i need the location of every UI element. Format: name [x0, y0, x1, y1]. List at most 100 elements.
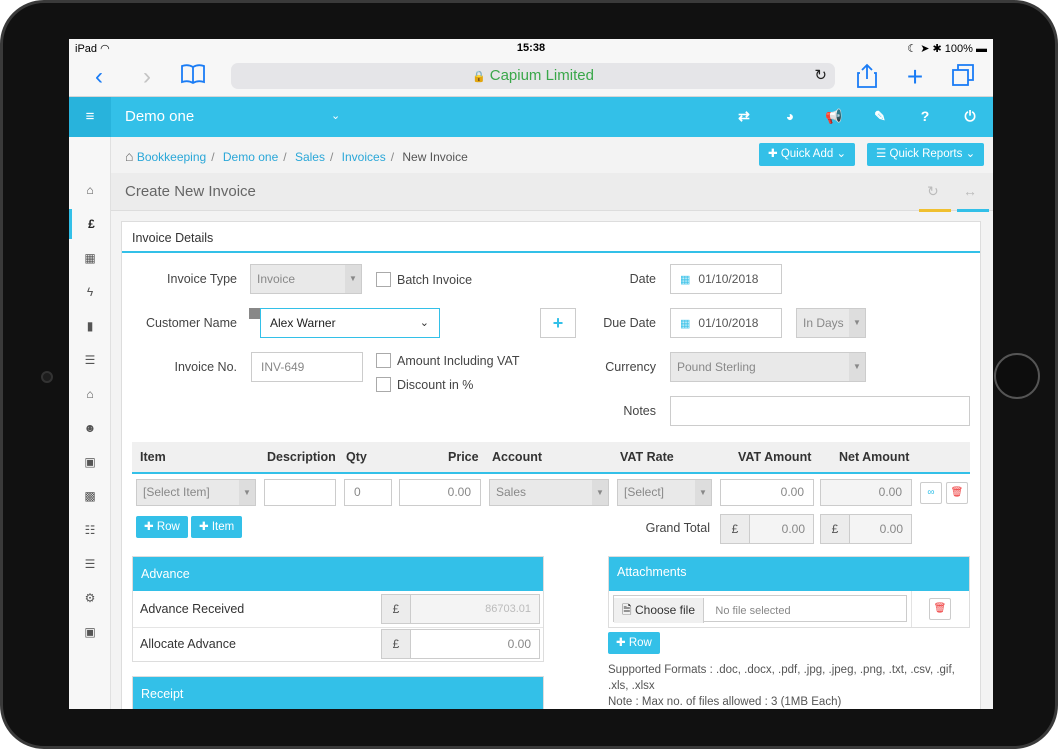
chevron-down-icon: ▼ — [592, 480, 608, 505]
customer-name-select[interactable]: Alex Warner ⌄ — [260, 308, 440, 338]
transfer-icon[interactable]: ⇄ — [733, 108, 755, 125]
add-attachment-row-button[interactable]: ✚ Row — [608, 632, 660, 654]
price-input[interactable]: 0.00 — [399, 479, 481, 506]
megaphone-icon[interactable]: 📢 — [823, 108, 845, 125]
new-tab-icon[interactable]: + — [901, 63, 929, 91]
currency-symbol: £ — [381, 629, 411, 659]
refresh-icon[interactable]: ↻ — [927, 183, 939, 200]
due-in-select[interactable]: In Days ▼ — [796, 308, 866, 338]
allocate-advance-input[interactable]: 0.00 — [410, 629, 540, 659]
vat-rate-select[interactable]: [Select] ▼ — [617, 479, 712, 506]
home-button[interactable] — [994, 353, 1040, 399]
breadcrumb-current: New Invoice — [402, 150, 468, 164]
calculator-icon[interactable]: ▩ — [69, 481, 111, 511]
notes-label: Notes — [623, 404, 656, 418]
breadcrumb-sales[interactable]: Sales — [295, 150, 325, 164]
trash-icon[interactable]: 🗑 — [946, 482, 968, 504]
bluetooth-icon: ✱ — [932, 43, 942, 55]
chart-pie-icon[interactable]: ◕ — [779, 108, 801, 124]
item-select[interactable]: [Select Item] ▼ — [136, 479, 256, 506]
share-icon[interactable] — [853, 63, 881, 91]
amount-incl-vat-label: Amount Including VAT — [397, 354, 520, 368]
invoice-no-input[interactable]: INV-649 — [251, 352, 363, 382]
breadcrumb-invoices[interactable]: Invoices — [342, 150, 386, 164]
ticket-icon[interactable]: ✎ — [869, 108, 891, 125]
lightning-icon[interactable]: ϟ — [69, 277, 111, 307]
supported-formats: Supported Formats : .doc, .docx, .pdf, .… — [608, 664, 955, 692]
link-icon[interactable]: ∞ — [920, 482, 942, 504]
address-bar[interactable]: 🔒 Capium Limited ↻ — [231, 63, 835, 89]
no-file-label: No file selected — [715, 605, 791, 617]
list-icon[interactable]: ☰ — [69, 549, 111, 579]
col-vat-rate: VAT Rate — [620, 450, 674, 464]
tabs-icon[interactable] — [949, 63, 977, 91]
notes-input[interactable] — [670, 396, 970, 426]
file-picker[interactable]: 🗎 Choose file No file selected — [613, 595, 907, 623]
choose-file-button[interactable]: 🗎 Choose file — [614, 598, 705, 623]
refresh-underline — [919, 209, 951, 212]
attachments-title: Attachments — [609, 557, 969, 591]
batch-invoice-checkbox[interactable] — [376, 272, 391, 287]
vat-amount-input[interactable]: 0.00 — [720, 479, 814, 506]
reload-icon[interactable]: ↻ — [814, 63, 827, 89]
home-icon[interactable]: ⌂ — [69, 175, 111, 205]
trash-icon[interactable]: 🗑 — [929, 598, 951, 620]
breadcrumb-bookkeeping[interactable]: Bookkeeping — [137, 150, 206, 164]
invoice-no-label: Invoice No. — [174, 360, 237, 374]
amount-incl-vat-checkbox[interactable] — [376, 353, 391, 368]
col-qty: Qty — [346, 450, 367, 464]
menu-icon[interactable]: ≡ — [69, 97, 111, 137]
col-description: Description — [267, 450, 336, 464]
date-label: Date — [629, 272, 656, 286]
account-select[interactable]: Sales ▼ — [489, 479, 609, 506]
help-icon[interactable]: ? — [914, 108, 936, 124]
expand-icon[interactable]: ↔ — [963, 183, 977, 199]
description-input[interactable] — [264, 479, 336, 506]
server-icon[interactable]: ☰ — [69, 345, 111, 375]
battery-area: ☾ ➤ ✱ 100% ▬ — [907, 43, 987, 55]
chevron-down-icon[interactable]: ⌄ — [331, 109, 340, 122]
calendar-alt-icon[interactable]: ▣ — [69, 617, 111, 647]
chevron-down-icon: ▼ — [849, 353, 865, 381]
power-icon[interactable]: ⏻ — [959, 108, 981, 125]
discount-checkbox[interactable] — [376, 377, 391, 392]
chevron-down-icon: ▼ — [345, 265, 361, 293]
filter-icon[interactable] — [249, 308, 260, 319]
customer-name-label: Customer Name — [146, 316, 237, 330]
date-input[interactable]: ▦ 01/10/2018 — [670, 264, 782, 294]
camera — [41, 371, 53, 383]
bookmarks-icon[interactable] — [179, 63, 207, 91]
max-files-note: Note : Max no. of files allowed : 3 (1MB… — [608, 696, 842, 708]
building-icon[interactable]: ▮ — [69, 311, 111, 341]
cogs-icon[interactable]: ⚙ — [69, 583, 111, 613]
breadcrumb-demo-one[interactable]: Demo one — [223, 150, 278, 164]
invoice-details-panel: Invoice Details Invoice Type Invoice ▼ Ba… — [121, 221, 981, 709]
add-item-button[interactable]: ✚ Item — [191, 516, 243, 538]
bank-icon[interactable]: ⌂ — [69, 379, 111, 409]
qty-input[interactable]: 0 — [344, 479, 392, 506]
pound-icon[interactable]: £ — [69, 209, 111, 239]
status-bar: iPad ◠ 15:38 ☾ ➤ ✱ 100% ▬ — [69, 39, 993, 57]
currency-select[interactable]: Pound Sterling ▼ — [670, 352, 866, 382]
allocate-advance-label: Allocate Advance — [140, 637, 236, 651]
qr-code-icon[interactable]: ▦ — [69, 243, 111, 273]
clock: 15:38 — [516, 42, 546, 54]
advance-title: Advance — [133, 557, 543, 591]
back-icon[interactable]: ‹ — [85, 63, 113, 91]
main-content: ⌂ Bookkeeping / Demo one / Sales / Invoices… — [111, 137, 993, 709]
invoice-type-select[interactable]: Invoice ▼ — [250, 264, 362, 294]
forward-icon[interactable]: › — [133, 63, 161, 91]
calendar-icon[interactable]: ▣ — [69, 447, 111, 477]
company-selector[interactable]: Demo one — [125, 108, 194, 125]
moon-icon: ☾ — [907, 43, 918, 55]
currency-symbol: £ — [820, 514, 850, 544]
add-row-button[interactable]: ✚ Row — [136, 516, 188, 538]
indent-icon[interactable]: ☷ — [69, 515, 111, 545]
users-icon[interactable]: ☻ — [69, 413, 111, 443]
quick-reports-button[interactable]: ☰ Quick Reports ⌄ — [867, 143, 985, 166]
location-icon: ➤ — [920, 43, 930, 55]
site-title: Capium Limited — [489, 67, 594, 84]
home-icon[interactable]: ⌂ — [125, 148, 133, 164]
due-date-input[interactable]: ▦ 01/10/2018 — [670, 308, 782, 338]
quick-add-button[interactable]: ✚ Quick Add ⌄ — [759, 143, 856, 166]
